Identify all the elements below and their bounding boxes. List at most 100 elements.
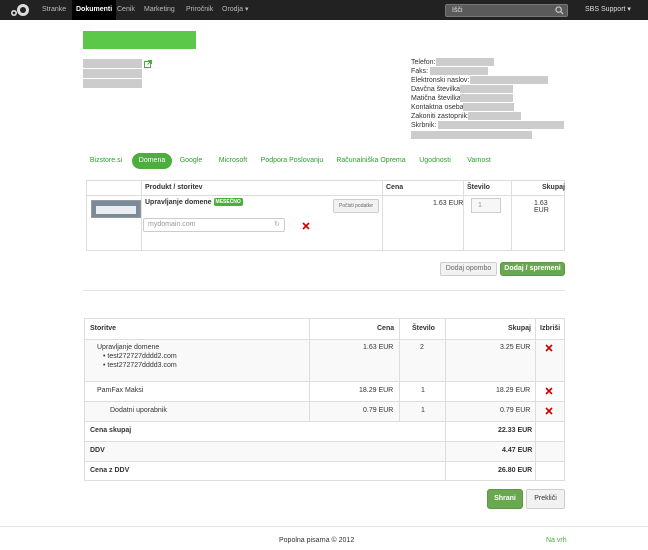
header-price: Cena [377, 325, 395, 332]
category-ugodnosti[interactable]: Ugodnosti [416, 153, 454, 169]
add-update-button[interactable]: Dodaj / spremeni [500, 262, 565, 276]
caret-down-icon: ▾ [244, 6, 249, 13]
row-bg [85, 441, 564, 461]
category-microsoft[interactable]: Microsoft [214, 153, 252, 169]
redacted-value [436, 58, 494, 66]
label-email: Elektronski naslov: [411, 77, 470, 84]
domain-input[interactable]: mydomain.com ↻ [143, 218, 285, 232]
grand-total-label: Cena z DDV [90, 467, 130, 474]
cart-item-total: 18.29 EUR [496, 387, 531, 394]
header-service: Storitve [90, 325, 117, 332]
divider [445, 319, 446, 480]
product-total: 1.63 EUR [534, 200, 549, 214]
delete-icon[interactable] [545, 344, 553, 352]
monthly-badge: MESEČNO [213, 198, 243, 206]
search-icon[interactable] [555, 6, 564, 15]
search-placeholder: Išči [452, 7, 463, 14]
search-input[interactable]: Išči [445, 4, 568, 17]
divider [85, 421, 564, 422]
nav-stranke[interactable]: Stranke [42, 0, 66, 20]
divider [85, 381, 564, 382]
label-kontaktna: Kontaktna oseba: [411, 104, 466, 111]
category-varnost[interactable]: Varnost [462, 153, 496, 169]
refresh-icon[interactable]: ↻ [274, 219, 280, 231]
divider [382, 181, 383, 250]
footer-divider [0, 526, 648, 527]
top-navbar: Stranke Dokumenti Cenik Marketing Priroč… [0, 0, 648, 20]
grand-total-value: 26.80 EUR [498, 467, 533, 474]
cancel-button[interactable]: Prekliči [526, 489, 565, 509]
remove-domain-icon[interactable] [302, 222, 310, 230]
redacted-value [470, 76, 548, 84]
label-maticna: Matična številka: [411, 95, 463, 102]
nav-dokumenti[interactable]: Dokumenti [72, 0, 117, 20]
cart-item-name: Dodatni uporabnik [110, 407, 167, 414]
cart-subitem-label: test272727dddd2.com [107, 353, 177, 360]
add-note-button[interactable]: Dodaj opombo [440, 262, 497, 276]
divider [399, 319, 400, 421]
header-price: Cena [386, 184, 404, 191]
redacted-value [438, 121, 564, 129]
quantity-input[interactable]: 1 [471, 198, 501, 213]
header-product: Produkt / storitev [145, 184, 203, 191]
cart-table: Storitve Cena Število Skupaj Izbriši Upr… [84, 318, 565, 481]
divider [85, 461, 564, 462]
redacted-value [411, 131, 532, 139]
header-qty: Število [412, 325, 435, 332]
total-label: Cena skupaj [90, 427, 132, 434]
divider [463, 181, 464, 250]
divider [309, 319, 310, 421]
label-davcna: Davčna številka: [411, 86, 462, 93]
product-image [91, 200, 141, 218]
divider [85, 401, 564, 402]
cart-item-qty: 2 [420, 344, 424, 351]
category-google[interactable]: Google [176, 153, 206, 169]
cart-subitem-label: test272727dddd3.com [107, 362, 177, 369]
category-podpora[interactable]: Podpora Poslovanju [259, 153, 325, 169]
footer-copyright: Popolna pisarna © 2012 [279, 537, 355, 544]
logo-icon[interactable] [9, 3, 31, 17]
product-table: Produkt / storitev Cena Število Skupaj U… [86, 180, 565, 251]
label-zastopnik: Zakoniti zastopnik: [411, 113, 469, 120]
label-skrbnik: Skrbnik: [411, 122, 437, 129]
divider [85, 339, 564, 340]
nav-cenik[interactable]: Cenik [117, 0, 135, 20]
cart-subitem: • test272727dddd2.com [103, 353, 177, 360]
separator [83, 290, 565, 291]
vat-value: 4.47 EUR [502, 447, 533, 454]
product-name: Upravljanje domene [145, 198, 212, 206]
cart-item-price: 0.79 EUR [363, 407, 394, 414]
user-menu[interactable]: SBS Support ▾ [585, 0, 631, 20]
delete-icon[interactable] [545, 387, 553, 395]
cart-item-price: 1.63 EUR [363, 344, 394, 351]
header-delete: Izbriši [540, 325, 561, 332]
cart-subitem: • test272727dddd3.com [103, 362, 177, 369]
user-name: SBS Support [585, 6, 626, 13]
cart-item-total: 3.25 EUR [500, 344, 531, 351]
category-racunalniska[interactable]: Računalniška Oprema [334, 153, 408, 169]
customer-banner [83, 31, 196, 49]
nav-orodja[interactable]: Orodja ▾ [222, 0, 248, 20]
label-telefon: Telefon: [411, 59, 436, 66]
category-domena[interactable]: Domena [132, 153, 172, 169]
label-faks: Faks: [411, 68, 429, 75]
nav-prirocnik[interactable]: Priročnik [186, 0, 213, 20]
redacted-value [430, 67, 488, 75]
nav-orodja-label: Orodja [222, 6, 244, 13]
cart-item-qty: 1 [421, 387, 425, 394]
external-link-icon[interactable] [144, 60, 152, 68]
save-button[interactable]: Shrani [487, 489, 523, 509]
cart-item-total: 0.79 EUR [500, 407, 531, 414]
cart-item-name: Upravljanje domene [97, 344, 160, 351]
caret-down-icon: ▾ [627, 6, 631, 13]
back-to-top-link[interactable]: Na vrh [546, 537, 567, 544]
category-bizstore[interactable]: Bizstore.si [85, 153, 127, 169]
vat-label: DDV [90, 447, 105, 454]
redacted-customer-name [83, 59, 142, 68]
redacted-customer-city [83, 79, 142, 88]
nav-marketing[interactable]: Marketing [144, 0, 175, 20]
domain-placeholder: mydomain.com [148, 221, 196, 228]
clear-data-button[interactable]: Počisti podatke [333, 199, 379, 213]
delete-icon[interactable] [545, 407, 553, 415]
divider [141, 181, 142, 250]
